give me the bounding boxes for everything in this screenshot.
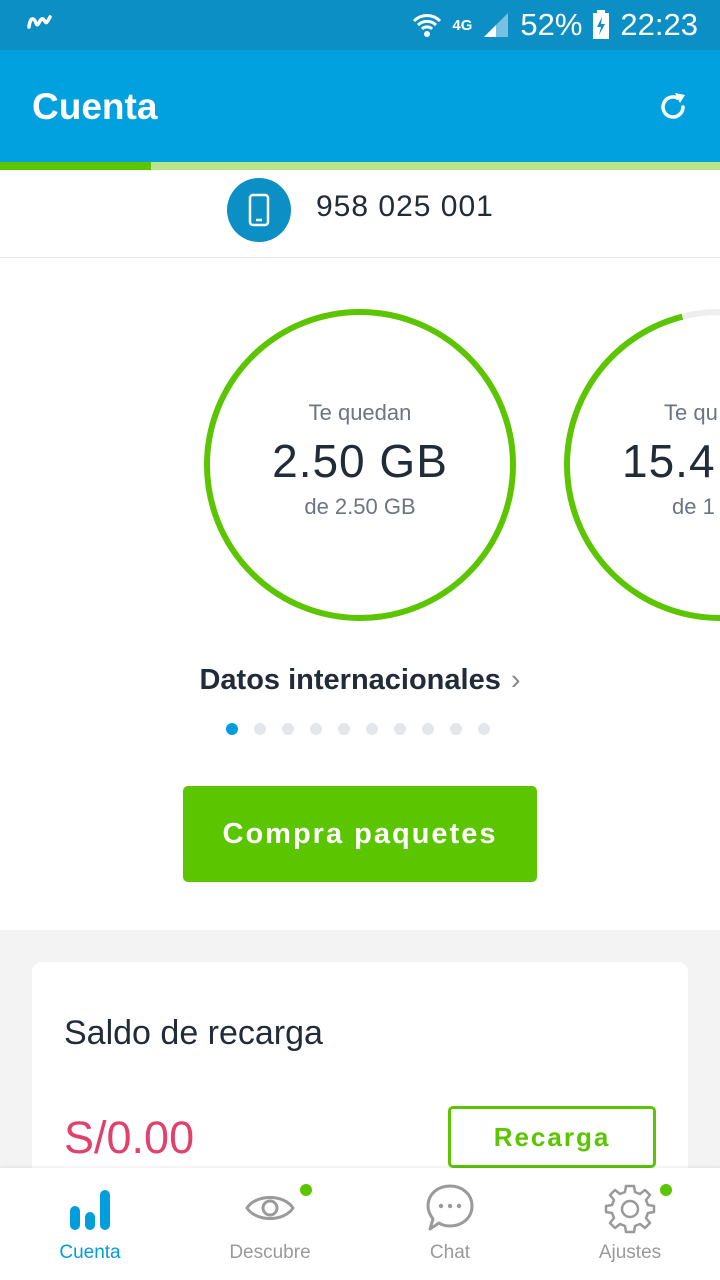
bar-chart-icon [70,1190,110,1230]
buy-packages-button[interactable]: Compra paquetes [183,786,537,882]
balance-card-1: Te qu 15.4 de 1 [570,400,720,520]
page-title: Cuenta [32,86,158,127]
page-progress-strip [0,162,720,170]
eye-icon [245,1196,295,1220]
app-bar: Cuenta [0,50,720,162]
gear-icon [604,1184,656,1234]
chat-bubble-icon [426,1184,474,1231]
clock: 22:23 [620,7,698,42]
balance-card-0: Te quedan 2.50 GB de 2.50 GB [210,400,510,520]
balance-caption: Te qu [664,400,718,425]
carousel-pager[interactable] [226,723,490,735]
balance-carousel[interactable]: Te quedan 2.50 GB de 2.50 GB Te qu 15.4 … [0,258,720,678]
nav-item-descubre[interactable]: Descubre [180,1168,360,1280]
phone-icon [227,178,291,242]
network-type-label: 4G [452,16,473,34]
bottom-navigation: Cuenta Descubre Chat Ajustes [0,1168,720,1280]
balance-value: 15.4 [622,435,716,487]
balance-total: de 2.50 GB [304,494,416,519]
pager-dot[interactable] [422,723,434,735]
battery-charging-icon [592,10,610,40]
battery-percent: 52% [520,7,583,42]
pager-dot[interactable] [478,723,490,735]
refresh-icon[interactable] [656,90,690,124]
line-number: 958 025 001 [316,190,494,223]
movistar-logo-icon [27,15,52,29]
pager-dot[interactable] [450,723,462,735]
nav-label: Descubre [229,1242,311,1263]
new-badge [660,1184,672,1196]
plan-name-label: Datos internacionales [199,664,501,696]
nav-item-chat[interactable]: Chat [360,1168,540,1280]
wifi-icon [412,10,442,40]
pager-dot[interactable] [310,723,322,735]
pager-dot[interactable] [226,723,238,735]
pager-dot[interactable] [254,723,266,735]
balance-caption: Te quedan [308,400,412,425]
chevron-right-icon: › [510,664,521,696]
balance-total: de 1 [672,494,715,519]
signal-icon [482,11,510,39]
new-badge [300,1184,312,1196]
balance-value: 2.50 GB [272,435,448,487]
nav-item-cuenta[interactable]: Cuenta [0,1168,180,1280]
nav-label: Cuenta [59,1242,121,1263]
pager-dot[interactable] [282,723,294,735]
page-progress-fill [0,162,152,170]
pager-dot[interactable] [338,723,350,735]
recharge-balance-label: Saldo de recarga [64,1014,323,1052]
recharge-balance-amount: S/0.00 [64,1112,195,1163]
pager-dot[interactable] [366,723,378,735]
nav-label: Chat [429,1242,471,1263]
recharge-button[interactable]: Recarga [448,1106,656,1168]
pager-dot[interactable] [394,723,406,735]
nav-label: Ajustes [598,1242,662,1263]
plan-title[interactable]: Datos internacionales › [0,664,720,697]
nav-item-ajustes[interactable]: Ajustes [540,1168,720,1280]
status-bar: 4G 52% 22:23 [0,0,720,50]
line-selector[interactable]: 958 025 001 [0,170,720,258]
